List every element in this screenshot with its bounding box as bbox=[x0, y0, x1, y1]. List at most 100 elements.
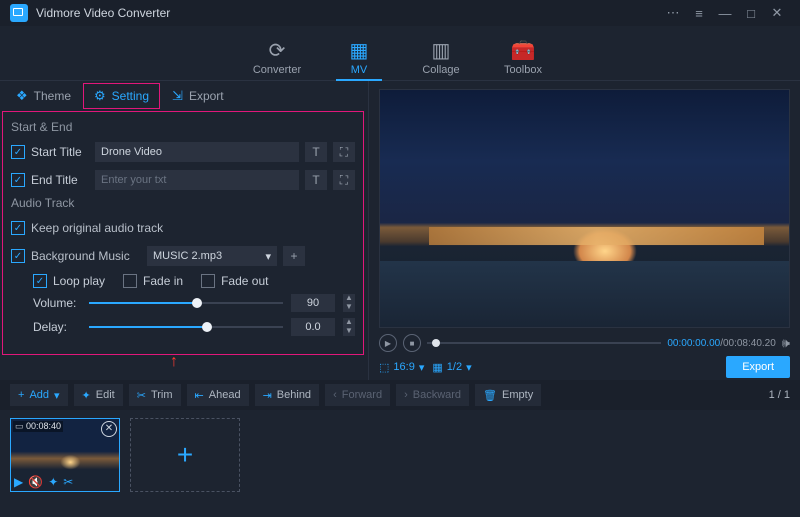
titlebar: Vidmore Video Converter ⋯ ≡ — □ ✕ bbox=[0, 0, 800, 26]
btn-label: Edit bbox=[96, 389, 115, 401]
tab-label: Theme bbox=[34, 89, 71, 103]
collage-icon: ▥ bbox=[400, 40, 482, 62]
delay-down[interactable]: ▼ bbox=[343, 327, 355, 336]
clip-duration: ▭ 00:08:40 bbox=[13, 421, 63, 432]
gear-icon: ⚙ bbox=[94, 88, 106, 104]
clip-effect-icon[interactable]: ✦ bbox=[48, 475, 58, 489]
nav-label: Toolbox bbox=[482, 64, 564, 76]
wand-icon: ✦ bbox=[82, 389, 91, 402]
checkbox-start-title[interactable]: ✓ bbox=[11, 145, 25, 159]
settings-panel: Start & End ✓ Start Title T ⛶ ✓ End Titl… bbox=[2, 111, 364, 355]
play-button[interactable]: ▶ bbox=[379, 334, 397, 352]
clip-trim-icon[interactable]: ✂ bbox=[63, 475, 73, 489]
backward-button[interactable]: › Backward bbox=[396, 384, 469, 406]
delay-value[interactable]: 0.0 bbox=[291, 318, 335, 336]
left-panel: ❖ Theme ⚙ Setting ⇲ Export Start & End ✓… bbox=[0, 81, 369, 380]
clip-play-icon[interactable]: ▶ bbox=[14, 475, 23, 489]
btn-label: Behind bbox=[277, 389, 311, 401]
option-loop[interactable]: ✓Loop play bbox=[33, 274, 105, 288]
bg-music-label: Background Music bbox=[31, 249, 141, 263]
checkbox-loop[interactable]: ✓ bbox=[33, 274, 47, 288]
btn-label: Empty bbox=[502, 389, 533, 401]
expand-icon[interactable]: ⛶ bbox=[333, 170, 355, 190]
ahead-button[interactable]: ⇤ Ahead bbox=[187, 384, 249, 406]
tab-export[interactable]: ⇲ Export bbox=[162, 84, 234, 108]
empty-button[interactable]: 🗑 Empty bbox=[475, 384, 541, 406]
volume-down[interactable]: ▼ bbox=[343, 303, 355, 312]
trim-button[interactable]: ✂Trim bbox=[129, 384, 181, 406]
bg-music-select[interactable]: MUSIC 2.mp3 ▾ bbox=[147, 246, 277, 266]
forward-button[interactable]: ‹Forward bbox=[325, 384, 390, 406]
btn-label: Add bbox=[29, 389, 49, 401]
ahead-icon: ⇤ bbox=[195, 389, 204, 402]
video-preview[interactable] bbox=[379, 89, 790, 328]
checkbox-fade-out[interactable]: ✓ bbox=[201, 274, 215, 288]
time-total: /00:08:40.20 bbox=[720, 338, 776, 349]
volume-icon[interactable]: 🕪 bbox=[782, 335, 790, 351]
delay-slider[interactable] bbox=[89, 320, 283, 334]
behind-button[interactable]: ⇥ Behind bbox=[255, 384, 319, 406]
fade-out-label: Fade out bbox=[221, 274, 268, 288]
nav-collage[interactable]: ▥ Collage bbox=[400, 40, 482, 80]
clip-strip: ▭ 00:08:40 ✕ ▶ 🔇 ✦ ✂ + bbox=[0, 410, 800, 517]
text-style-icon[interactable]: T bbox=[305, 170, 327, 190]
minimize-icon[interactable]: — bbox=[712, 6, 738, 21]
clip-audio-icon[interactable]: 🔇 bbox=[28, 475, 43, 489]
nav-label: MV bbox=[318, 64, 400, 76]
theme-icon: ❖ bbox=[16, 88, 28, 104]
start-title-label: Start Title bbox=[31, 145, 89, 159]
text-style-icon[interactable]: T bbox=[305, 142, 327, 162]
stop-button[interactable]: ■ bbox=[403, 334, 421, 352]
close-icon[interactable]: ✕ bbox=[764, 5, 790, 21]
add-button[interactable]: + Add ▾ bbox=[10, 384, 68, 406]
tab-theme[interactable]: ❖ Theme bbox=[6, 84, 81, 108]
clip-toolbar: + Add ▾ ✦ Edit ✂Trim ⇤ Ahead ⇥ Behind ‹Forwar… bbox=[0, 380, 800, 410]
seek-bar[interactable] bbox=[427, 342, 661, 344]
add-music-button[interactable]: + bbox=[283, 246, 305, 266]
volume-slider[interactable] bbox=[89, 296, 283, 310]
plus-icon: + bbox=[18, 389, 24, 401]
time-current: 00:00:00.00 bbox=[667, 338, 720, 349]
option-fade-out[interactable]: ✓ Fade out bbox=[201, 274, 268, 288]
add-clip-slot[interactable]: + bbox=[130, 418, 240, 492]
sub-tabs: ❖ Theme ⚙ Setting ⇲ Export bbox=[0, 81, 368, 111]
app-logo-icon bbox=[10, 4, 28, 22]
export-icon: ⇲ bbox=[172, 88, 183, 104]
forward-icon: ‹ bbox=[333, 389, 337, 401]
converter-icon: ⟳ bbox=[236, 40, 318, 62]
nav-mv[interactable]: ▦ MV bbox=[318, 40, 400, 80]
export-button[interactable]: Export bbox=[726, 356, 790, 378]
end-title-input[interactable] bbox=[95, 170, 299, 190]
tab-label: Setting bbox=[112, 89, 149, 103]
volume-label: Volume: bbox=[33, 296, 81, 310]
tab-label: Export bbox=[189, 89, 224, 103]
checkbox-end-title[interactable]: ✓ bbox=[11, 173, 25, 187]
checkbox-fade-in[interactable]: ✓ bbox=[123, 274, 137, 288]
clip-thumbnail[interactable]: ▭ 00:08:40 ✕ ▶ 🔇 ✦ ✂ bbox=[10, 418, 120, 492]
checkbox-keep-audio[interactable]: ✓ bbox=[11, 221, 25, 235]
trash-icon: 🗑 bbox=[483, 389, 497, 402]
nav-converter[interactable]: ⟳ Converter bbox=[236, 40, 318, 80]
expand-icon[interactable]: ⛶ bbox=[333, 142, 355, 162]
btn-label: Trim bbox=[151, 389, 173, 401]
remove-clip-button[interactable]: ✕ bbox=[101, 421, 117, 437]
feedback-icon[interactable]: ⋯ bbox=[660, 5, 686, 21]
chevron-down-icon: ▾ bbox=[54, 389, 60, 402]
end-title-label: End Title bbox=[31, 173, 89, 187]
edit-button[interactable]: ✦ Edit bbox=[74, 384, 123, 406]
nav-toolbox[interactable]: 🧰 Toolbox bbox=[482, 40, 564, 80]
behind-icon: ⇥ bbox=[263, 389, 272, 402]
backward-icon: › bbox=[404, 389, 408, 401]
start-title-input[interactable] bbox=[95, 142, 299, 162]
menu-icon[interactable]: ≡ bbox=[686, 6, 712, 21]
nav-label: Converter bbox=[236, 64, 318, 76]
btn-label: Backward bbox=[413, 389, 461, 401]
maximize-icon[interactable]: □ bbox=[738, 6, 764, 21]
btn-label: Ahead bbox=[209, 389, 241, 401]
section-audio: Audio Track bbox=[11, 196, 355, 210]
tab-setting[interactable]: ⚙ Setting bbox=[83, 83, 160, 109]
delay-label: Delay: bbox=[33, 320, 81, 334]
volume-value[interactable]: 90 bbox=[291, 294, 335, 312]
checkbox-bg-music[interactable]: ✓ bbox=[11, 249, 25, 263]
option-fade-in[interactable]: ✓Fade in bbox=[123, 274, 183, 288]
